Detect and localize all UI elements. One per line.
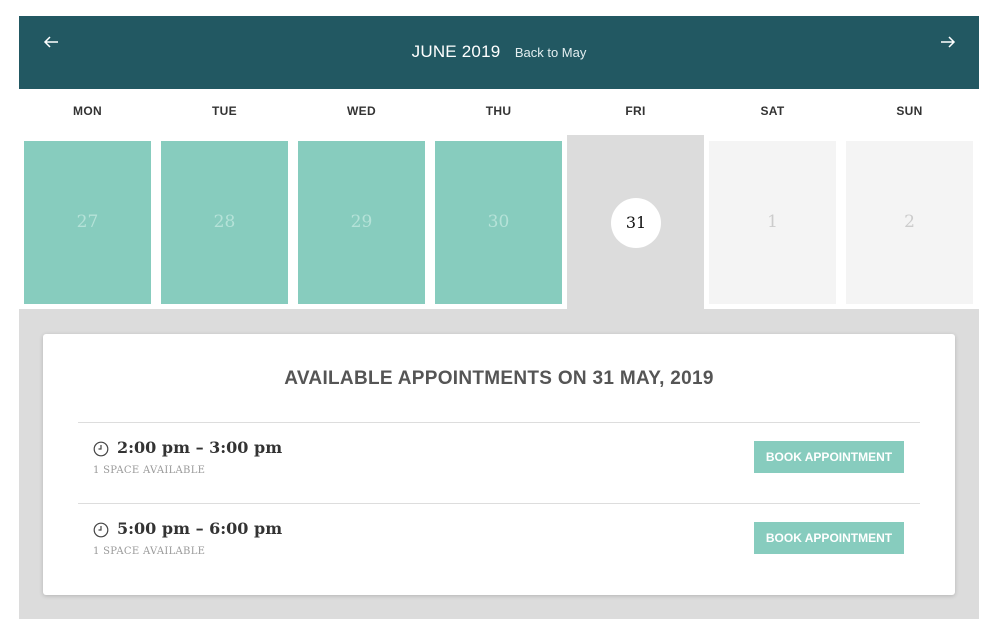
weekday-label-thu: THU [485,104,512,118]
day-number: 1 [767,212,778,232]
weekday-label-sat: SAT [760,104,785,118]
calendar-day-selected[interactable]: 31 [567,135,704,310]
day-number: 30 [487,212,510,232]
month-title: JUNE 2019 [411,42,501,61]
selected-day-number: 31 [611,198,661,248]
calendar-header: JUNE 2019 Back to May [19,16,979,89]
slot-time: 5:00 pm – 6:00 pm [117,519,283,538]
day-number: 29 [350,212,373,232]
day-number: 27 [76,212,99,232]
weekday-label-mon: MON [73,104,102,118]
slot-availability: 1 SPACE AVAILABLE [93,546,206,557]
book-appointment-button[interactable]: BOOK APPOINTMENT [754,441,904,473]
calendar-day-future[interactable]: 1 [709,141,836,304]
calendar-day-past: 28 [161,141,288,304]
appointments-title: AVAILABLE APPOINTMENTS ON 31 MAY, 2019 [284,368,714,389]
back-to-previous-month-link[interactable]: Back to May [515,45,587,60]
calendar-day-past: 29 [298,141,425,304]
slot-time: 2:00 pm – 3:00 pm [117,438,283,457]
weekday-label-fri: FRI [625,104,646,118]
weekday-label-sun: SUN [896,104,923,118]
appointments-card: AVAILABLE APPOINTMENTS ON 31 MAY, 2019 2… [43,334,955,595]
clock-icon [93,522,109,538]
weekday-label-wed: WED [347,104,376,118]
weekday-label-tue: TUE [212,104,237,118]
weekday-header-row: MON TUE WED THU FRI SAT SUN [19,104,979,124]
month-title-wrap: JUNE 2019 Back to May [19,42,979,62]
book-appointment-button[interactable]: BOOK APPOINTMENT [754,522,904,554]
clock-icon [93,441,109,457]
day-number: 2 [904,212,915,232]
day-number: 28 [213,212,236,232]
slot-availability: 1 SPACE AVAILABLE [93,465,206,476]
arrow-right-icon[interactable] [939,33,957,51]
appointment-slot: 2:00 pm – 3:00 pm 1 SPACE AVAILABLE BOOK… [78,422,920,503]
calendar-day-future[interactable]: 2 [846,141,973,304]
appointment-slot: 5:00 pm – 6:00 pm 1 SPACE AVAILABLE BOOK… [78,503,920,584]
calendar-day-past: 30 [435,141,562,304]
calendar-day-past: 27 [24,141,151,304]
